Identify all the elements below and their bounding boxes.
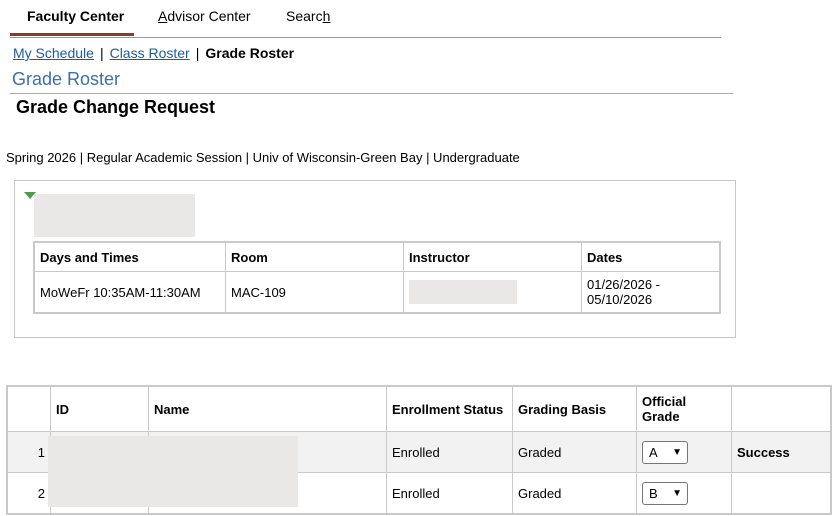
row-number: 2 — [6, 472, 51, 515]
breadcrumb-current: Grade Roster — [205, 45, 295, 61]
official-grade-cell: A ▼ — [636, 431, 732, 473]
enrollment-status: Enrolled — [386, 472, 513, 515]
course-title-redacted — [34, 194, 195, 237]
col-grading-basis: Grading Basis — [512, 385, 637, 432]
breadcrumb: My Schedule | Class Roster | Grade Roster — [13, 45, 294, 61]
col-official-grade: Official Grade — [636, 385, 732, 432]
meeting-dates: 01/26/2026 - 05/10/2026 — [581, 271, 721, 314]
col-days-times: Days and Times — [33, 241, 226, 272]
session-info: Spring 2026 | Regular Academic Session |… — [6, 150, 520, 165]
col-row-number — [6, 385, 51, 432]
breadcrumb-my-schedule-link[interactable]: My Schedule — [13, 45, 94, 61]
tab-search-access-key: h — [322, 8, 331, 24]
title-divider — [10, 93, 733, 94]
tab-search-label: Searc — [286, 8, 323, 24]
tab-advisor-center[interactable]: Advisor Center — [158, 8, 251, 24]
page-subtitle: Grade Change Request — [16, 97, 216, 117]
row-number: 1 — [6, 431, 51, 473]
col-dates: Dates — [581, 241, 721, 272]
official-grade-value: B — [649, 485, 658, 501]
col-room: Room — [225, 241, 404, 272]
roster-header-row: ID Name Enrollment Status Grading Basis … — [6, 385, 832, 432]
col-enrollment-status: Enrollment Status — [386, 385, 513, 432]
meeting-header-row: Days and Times Room Instructor Dates — [33, 241, 721, 272]
tab-faculty-center[interactable]: Faculty Center — [27, 8, 124, 24]
official-grade-value: A — [649, 444, 658, 460]
tab-advisor-center-access-key: A — [158, 8, 168, 24]
grading-basis: Graded — [512, 431, 637, 473]
class-section-box: Days and Times Room Instructor Dates MoW… — [14, 180, 736, 338]
meeting-instructor — [403, 271, 582, 314]
meeting-info-table: Days and Times Room Instructor Dates MoW… — [33, 241, 721, 314]
instructor-redacted — [409, 280, 517, 304]
official-grade-cell: B ▼ — [636, 472, 732, 515]
grading-basis: Graded — [512, 472, 637, 515]
col-id: ID — [50, 385, 149, 432]
breadcrumb-separator: | — [195, 45, 200, 61]
student-id-name-redacted — [48, 436, 298, 507]
meeting-room: MAC-109 — [225, 271, 404, 314]
active-tab-indicator — [10, 33, 134, 36]
official-grade-select[interactable]: A ▼ — [642, 440, 688, 464]
tab-advisor-center-label: dvisor Center — [167, 8, 251, 24]
chevron-down-icon: ▼ — [672, 446, 682, 458]
official-grade-select[interactable]: B ▼ — [642, 481, 688, 505]
col-name: Name — [148, 385, 387, 432]
col-result — [731, 385, 832, 432]
top-tab-bar: Faculty Center Advisor Center Search — [10, 0, 721, 38]
status-message — [731, 472, 832, 515]
enrollment-status: Enrolled — [386, 431, 513, 473]
chevron-down-icon: ▼ — [672, 487, 682, 499]
col-instructor: Instructor — [403, 241, 582, 272]
status-message: Success — [731, 431, 832, 473]
meeting-row: MoWeFr 10:35AM-11:30AM MAC-109 01/26/202… — [33, 271, 721, 314]
breadcrumb-separator: | — [99, 45, 104, 61]
breadcrumb-class-roster-link[interactable]: Class Roster — [110, 45, 190, 61]
page-title: Grade Roster — [12, 69, 121, 89]
tab-search[interactable]: Search — [286, 8, 330, 24]
meeting-days-times: MoWeFr 10:35AM-11:30AM — [33, 271, 226, 314]
